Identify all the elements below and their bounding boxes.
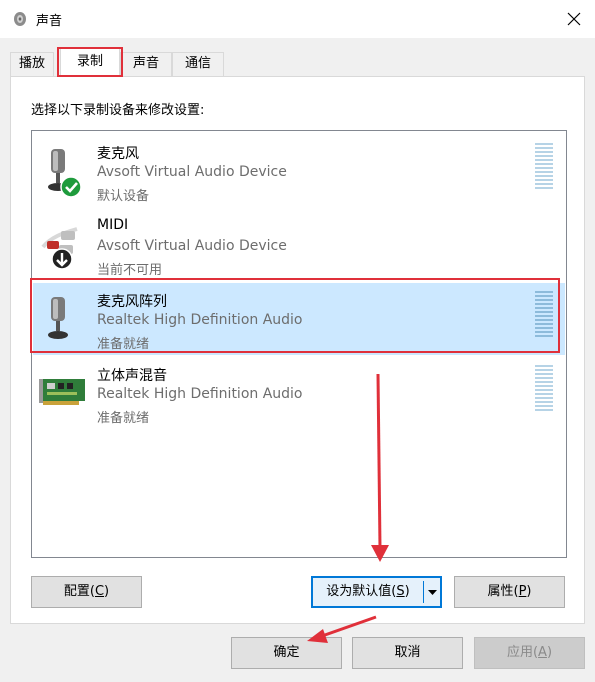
device-driver: Realtek High Definition Audio <box>97 312 303 328</box>
recording-panel: 选择以下录制设备来修改设置: 麦克风 Avsoft Virtual Audio … <box>10 76 585 624</box>
rca-cable-unavailable-icon <box>41 227 78 270</box>
device-name: 麦克风 <box>97 146 139 162</box>
microphone-icon <box>48 297 68 339</box>
level-meter <box>535 291 553 341</box>
device-driver: Realtek High Definition Audio <box>97 386 303 402</box>
device-status: 默认设备 <box>97 189 150 204</box>
cancel-button[interactable]: 取消 <box>352 637 463 669</box>
device-list[interactable]: 麦克风 Avsoft Virtual Audio Device 默认设备 MID… <box>31 130 567 558</box>
list-item[interactable]: 立体声混音 Realtek High Definition Audio 准备就绪 <box>33 357 565 429</box>
device-name: 立体声混音 <box>97 368 167 384</box>
level-meter <box>535 143 553 193</box>
configure-button[interactable]: 配置(C) <box>31 576 142 608</box>
instruction-text: 选择以下录制设备来修改设置: <box>31 103 205 118</box>
list-item[interactable]: MIDI Avsoft Virtual Audio Device 当前不可用 <box>33 209 565 281</box>
tab-sounds[interactable]: 声音 <box>120 52 172 76</box>
split-divider <box>423 581 424 603</box>
microphone-default-icon <box>48 149 82 198</box>
list-item-selected[interactable]: 麦克风阵列 Realtek High Definition Audio 准备就绪 <box>33 283 565 355</box>
tab-playback[interactable]: 播放 <box>10 52 54 76</box>
device-driver: Avsoft Virtual Audio Device <box>97 164 287 180</box>
tab-communications[interactable]: 通信 <box>172 52 224 76</box>
close-icon[interactable] <box>563 8 585 30</box>
title-bar: 声音 <box>0 0 595 38</box>
level-meter <box>535 365 553 415</box>
chevron-down-icon[interactable] <box>425 578 440 606</box>
apply-button[interactable]: 应用(A) <box>474 637 585 669</box>
speaker-icon <box>14 12 26 26</box>
device-name: 麦克风阵列 <box>97 294 167 310</box>
tab-recording[interactable]: 录制 <box>60 48 120 77</box>
device-name: MIDI <box>97 217 129 233</box>
set-default-label[interactable]: 设为默认值(S) <box>313 578 423 606</box>
list-item[interactable]: 麦克风 Avsoft Virtual Audio Device 默认设备 <box>33 135 565 207</box>
set-default-button[interactable]: 设为默认值(S) <box>311 576 442 608</box>
device-status: 准备就绪 <box>97 411 150 426</box>
ok-button[interactable]: 确定 <box>231 637 342 669</box>
device-status: 准备就绪 <box>97 337 150 352</box>
sound-card-icon <box>39 379 85 405</box>
window-title: 声音 <box>36 14 63 29</box>
device-driver: Avsoft Virtual Audio Device <box>97 238 287 254</box>
properties-button[interactable]: 属性(P) <box>454 576 565 608</box>
device-status: 当前不可用 <box>97 263 163 278</box>
